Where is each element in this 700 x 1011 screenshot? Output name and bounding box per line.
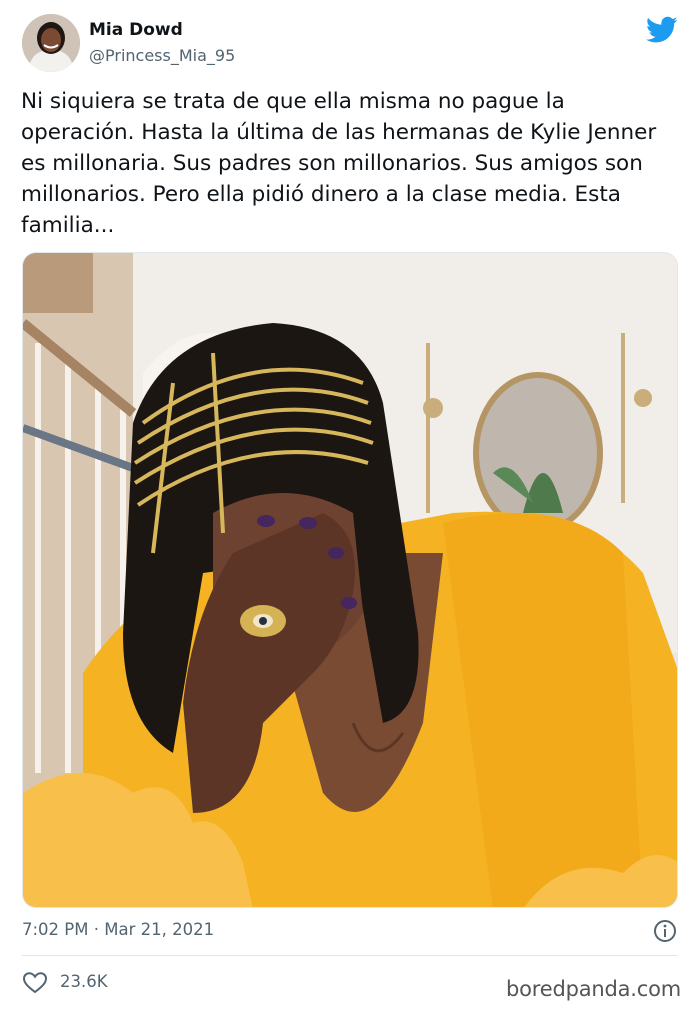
author-handle[interactable]: @Princess_Mia_95 (89, 46, 235, 65)
avatar[interactable] (22, 14, 80, 72)
watermark: boredpanda.com (506, 977, 682, 1001)
tweet-card: Mia Dowd @Princess_Mia_95 Ni siquiera se… (0, 0, 700, 1011)
tweet-text: Ni siquiera se trata de que ella misma n… (21, 89, 657, 238)
like-count[interactable]: 23.6K (60, 972, 108, 991)
avatar-image (22, 14, 80, 72)
tweet-photo[interactable] (22, 252, 678, 908)
author-display-name[interactable]: Mia Dowd (89, 20, 183, 40)
twitter-bird-icon[interactable] (646, 16, 678, 44)
tweet-timestamp[interactable]: 7:02 PM · Mar 21, 2021 (22, 920, 214, 939)
divider (22, 955, 678, 956)
info-icon[interactable] (653, 919, 677, 943)
heart-icon[interactable] (22, 971, 48, 995)
